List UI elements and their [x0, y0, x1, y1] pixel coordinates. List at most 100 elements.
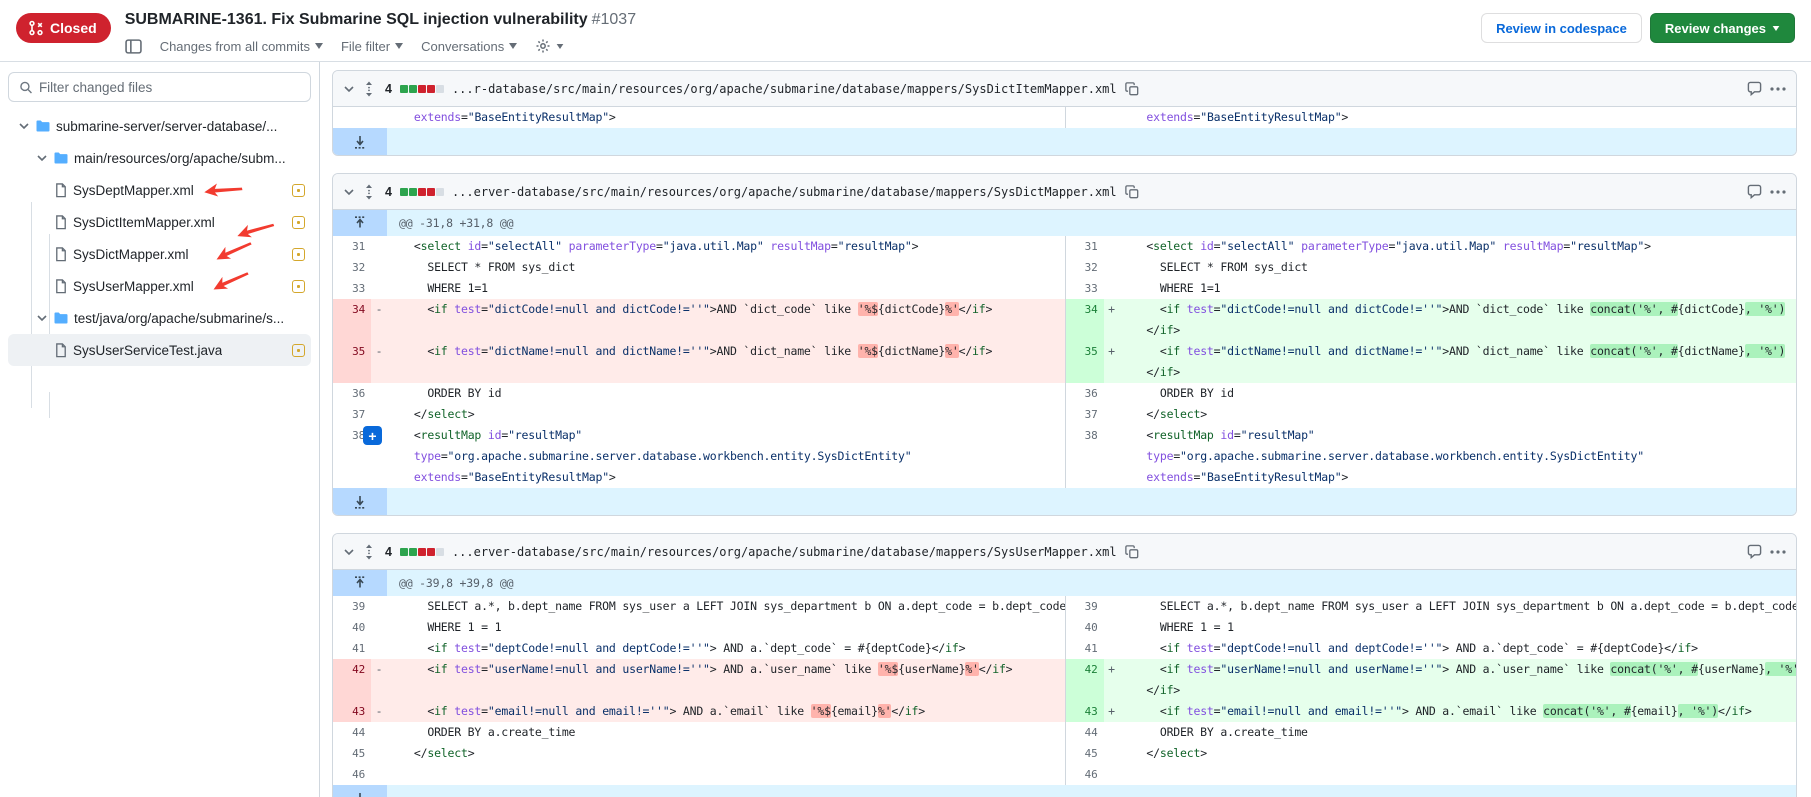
diff-new-side: 32 SELECT * FROM sys_dict [1065, 257, 1797, 278]
filter-changed-files-input[interactable] [39, 80, 300, 95]
tree-file-sysdictmapper-xml[interactable]: SysDictMapper.xml [8, 238, 311, 270]
drag-handle-icon[interactable] [363, 544, 375, 560]
diff-marker [371, 596, 387, 617]
file-comment-button[interactable] [1747, 81, 1762, 96]
line-number: 43 [333, 701, 371, 722]
file-comment-button[interactable] [1747, 544, 1762, 559]
collapse-file-button[interactable] [343, 83, 355, 95]
pr-status-badge: Closed [16, 13, 111, 43]
line-number: 35 [333, 341, 371, 383]
toolbar-menu-file-filter[interactable]: File filter [341, 39, 403, 54]
collapse-file-button[interactable] [343, 546, 355, 558]
diff-body: extends="BaseEntityResultMap"> extends="… [333, 107, 1796, 155]
diff-marker [1104, 764, 1120, 785]
diffstat-block-del [427, 188, 435, 196]
tree-chevron-icon [36, 152, 48, 164]
diff-file-panel: 4...erver-database/src/main/resources/or… [332, 533, 1797, 797]
code-cell: <select id="selectAll" parameterType="ja… [387, 236, 1065, 257]
code-cell: <if test="deptCode!=null and deptCode!='… [1120, 638, 1797, 659]
search-icon [19, 80, 33, 95]
diff-marker [371, 383, 387, 404]
code-cell: <select id="selectAll" parameterType="ja… [1120, 236, 1797, 257]
line-number: 32 [333, 257, 371, 278]
file-icon [54, 183, 68, 198]
diff-marker [371, 107, 387, 128]
expand-down-icon [354, 792, 366, 797]
diff-toolbar: Changes from all commits File filter Conve… [125, 34, 1481, 58]
diff-marker: + [1104, 701, 1120, 722]
diff-new-side: 45 </select> [1065, 743, 1797, 764]
review-changes-button[interactable]: Review changes [1650, 13, 1795, 43]
diff-row-context: 37 </select>37 </select> [333, 404, 1796, 425]
file-comment-button[interactable] [1747, 184, 1762, 199]
line-number: 31 [333, 236, 371, 257]
diff-row-context: 33 WHERE 1=133 WHERE 1=1 [333, 278, 1796, 299]
diffstat-block-del [427, 85, 435, 93]
review-in-codespace-button[interactable]: Review in codespace [1481, 13, 1642, 43]
line-number: 39 [333, 596, 371, 617]
sidebar-toggle-icon[interactable] [125, 39, 142, 54]
diff-settings-menu[interactable] [535, 38, 564, 54]
line-number [333, 107, 371, 128]
toolbar-menu-conversations[interactable]: Conversations [421, 39, 517, 54]
annotation-arrow [213, 234, 253, 265]
diff-row-context: 39 SELECT a.*, b.dept_name FROM sys_user… [333, 596, 1796, 617]
diff-old-side: extends="BaseEntityResultMap"> [333, 107, 1065, 128]
diff-marker [1104, 425, 1120, 488]
expand-down-button[interactable] [333, 785, 387, 797]
drag-handle-icon[interactable] [363, 81, 375, 97]
diffstat-block-add [409, 85, 417, 93]
code-line: </select> [387, 404, 1065, 425]
tree-file-sysdeptmapper-xml[interactable]: SysDeptMapper.xml [8, 174, 311, 206]
diff-marker: - [371, 299, 387, 341]
diff-old-side: 38 <resultMap id="resultMap" type="org.a… [333, 425, 1065, 488]
line-number: 41 [1066, 638, 1104, 659]
tree-file-sysdictitemmapper-xml[interactable]: SysDictItemMapper.xml [8, 206, 311, 238]
hunk-row: @@ -39,8 +39,8 @@ [333, 570, 1796, 596]
file-options-kebab[interactable] [1770, 190, 1786, 194]
code-line: WHERE 1 = 1 [387, 617, 1065, 638]
tree-folder-submarine-server-server-database-[interactable]: submarine-server/server-database/... [8, 110, 311, 142]
line-number: 31 [1066, 236, 1104, 257]
diff-row-context: 36 ORDER BY id36 ORDER BY id [333, 383, 1796, 404]
expand-down-button[interactable] [333, 488, 387, 515]
code-cell [1120, 764, 1797, 785]
file-options-kebab[interactable] [1770, 87, 1786, 91]
diffstat-block-add [409, 188, 417, 196]
diff-marker [1104, 257, 1120, 278]
code-line: ORDER BY a.create_time [387, 722, 1065, 743]
drag-handle-icon[interactable] [363, 184, 375, 200]
copy-path-button[interactable] [1125, 545, 1139, 559]
line-number: 43 [1066, 701, 1104, 722]
toolbar-menu-changes-from-all-commits[interactable]: Changes from all commits [160, 39, 323, 54]
diffstat-block-add [400, 548, 408, 556]
code-cell: <if test="userName!=null and userName!='… [387, 659, 1065, 701]
hunk-row: @@ -31,8 +31,8 @@ [333, 210, 1796, 236]
code-cell: <if test="dictCode!=null and dictCode!='… [1120, 299, 1797, 341]
expand-up-button[interactable] [333, 210, 387, 236]
file-options-kebab[interactable] [1770, 550, 1786, 554]
diff-marker: - [371, 701, 387, 722]
add-comment-button[interactable]: + [363, 426, 382, 445]
tree-folder-test-java-org-apache-submarine-s-[interactable]: test/java/org/apache/submarine/s... [8, 302, 311, 334]
expand-up-button[interactable] [333, 570, 387, 596]
pr-header: Closed SUBMARINE-1361. Fix Submarine SQL… [0, 0, 1811, 62]
line-number: 35 [1066, 341, 1104, 383]
collapse-file-button[interactable] [343, 186, 355, 198]
tree-chevron-icon [18, 120, 30, 132]
diffstat-block-neutral [436, 188, 444, 196]
copy-path-button[interactable] [1125, 82, 1139, 96]
tree-file-sysuserservicetest-java[interactable]: SysUserServiceTest.java [8, 334, 311, 366]
expand-down-button[interactable] [333, 128, 387, 155]
line-number: 37 [333, 404, 371, 425]
tree-folder-main-resources-org-apache-subm-[interactable]: main/resources/org/apache/subm... [8, 142, 311, 174]
tree-file-sysusermapper-xml[interactable]: SysUserMapper.xml [8, 270, 311, 302]
code-line: WHERE 1 = 1 [1120, 617, 1797, 638]
kebab-icon [1770, 87, 1786, 91]
gear-icon [535, 38, 551, 54]
copy-path-button[interactable] [1125, 185, 1139, 199]
code-line: <if test="userName!=null and userName!='… [1120, 659, 1797, 680]
diff-new-side: 44 ORDER BY a.create_time [1065, 722, 1797, 743]
code-line: WHERE 1=1 [387, 278, 1065, 299]
diff-body: @@ -39,8 +39,8 @@39 SELECT a.*, b.dept_n… [333, 570, 1796, 797]
